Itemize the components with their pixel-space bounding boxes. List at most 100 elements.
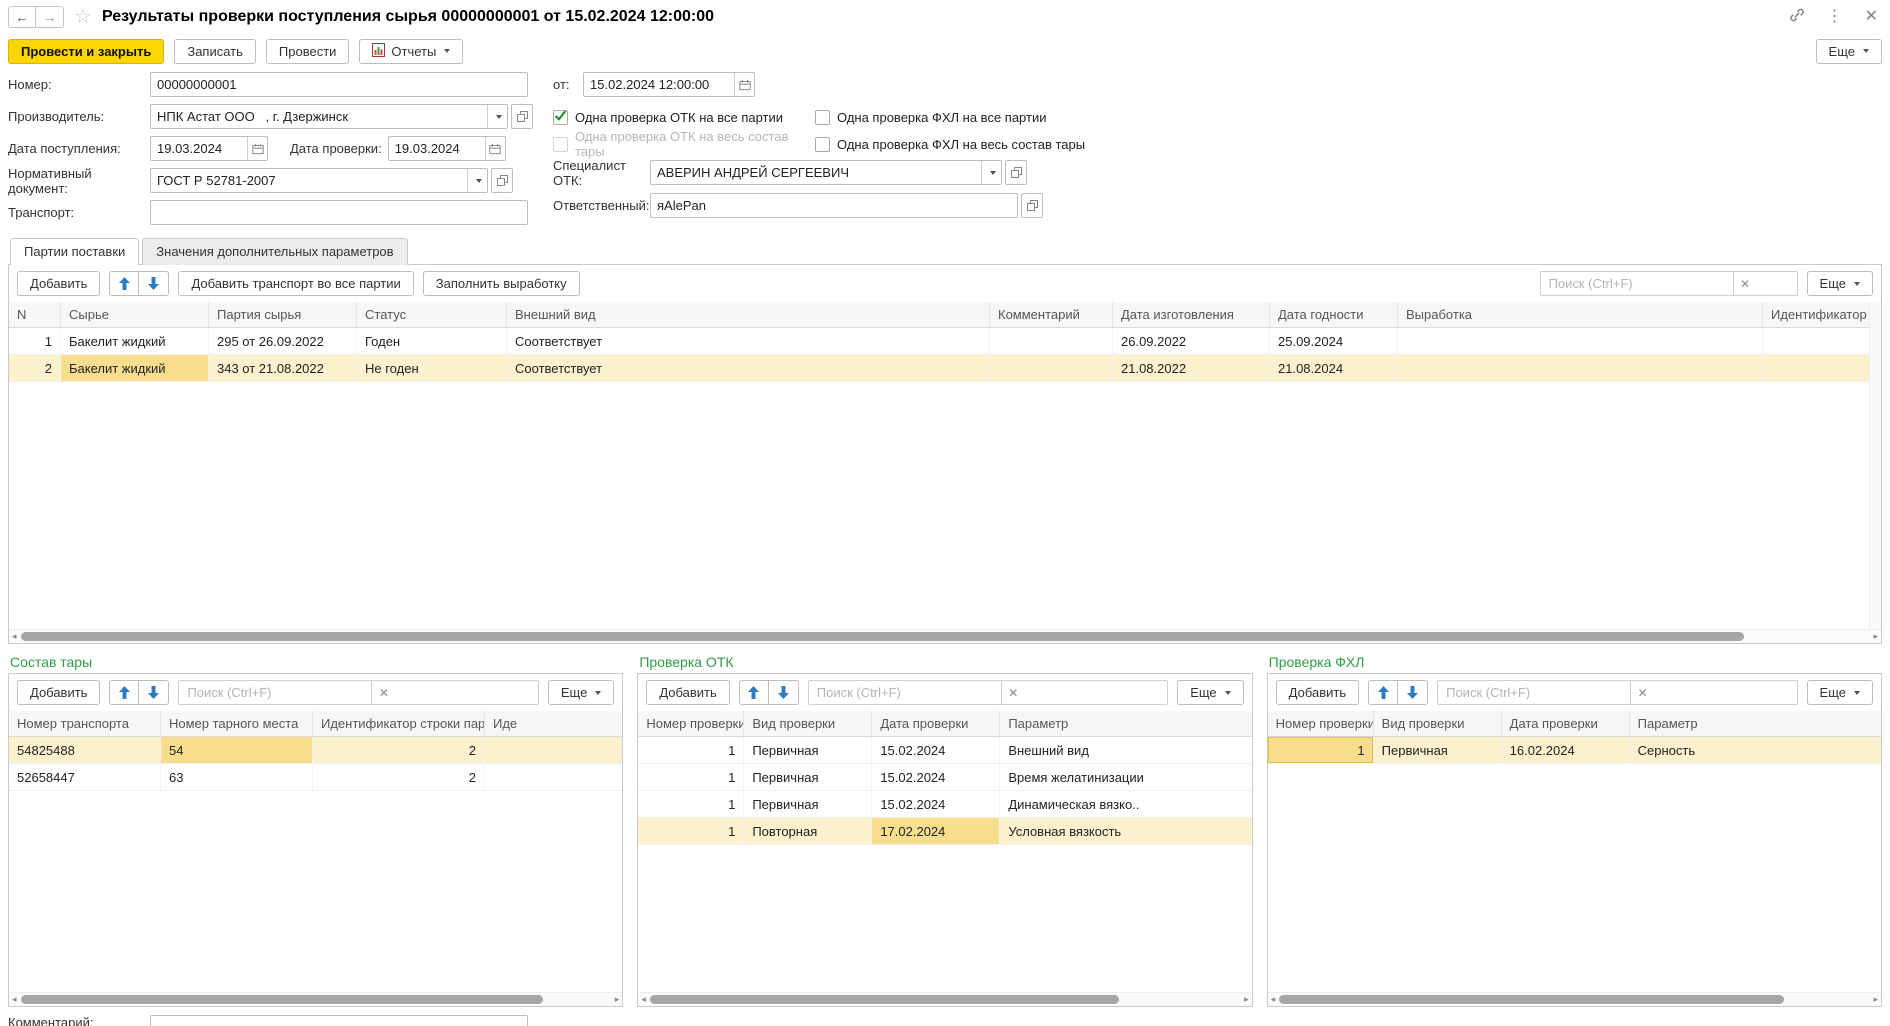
move-up-button[interactable] — [109, 680, 139, 705]
tare-more-button[interactable]: Еще — [548, 680, 614, 705]
move-up-button[interactable] — [739, 680, 769, 705]
normative-doc-open-button[interactable] — [491, 168, 513, 193]
scroll-right-icon[interactable]: ▸ — [1873, 632, 1878, 641]
search-clear-icon[interactable]: ✕ — [371, 681, 395, 704]
scroll-thumb[interactable] — [21, 995, 544, 1004]
otk-search-input[interactable] — [809, 681, 1001, 704]
horizontal-scrollbar[interactable]: ◂ ▸ — [1268, 992, 1881, 1006]
receipt-date-field[interactable] — [151, 137, 247, 160]
column-header[interactable]: Идентификатор с — [1763, 302, 1881, 327]
column-header[interactable]: Номер проверки — [638, 711, 744, 736]
table-row[interactable]: 52658447 63 2 — [9, 764, 622, 791]
move-down-button[interactable] — [139, 271, 169, 296]
otk-more-button[interactable]: Еще — [1177, 680, 1243, 705]
horizontal-scrollbar[interactable]: ◂ ▸ — [9, 629, 1881, 643]
column-header[interactable]: Номер транспорта — [9, 711, 161, 736]
close-icon[interactable]: ✕ — [1865, 9, 1878, 25]
move-up-button[interactable] — [1368, 680, 1398, 705]
from-datetime-field[interactable] — [584, 73, 734, 96]
manufacturer-dropdown-button[interactable] — [487, 105, 507, 128]
checkbox-one-otk-all-tare[interactable]: Одна проверка ОТК на весь состав тары — [553, 133, 815, 155]
table-row[interactable]: 1 Первичная 15.02.2024 Внешний вид — [638, 737, 1251, 764]
selected-cell[interactable]: Бакелит жидкий — [61, 355, 209, 381]
column-header[interactable]: Дата проверки — [1502, 711, 1630, 736]
check-date-calendar-button[interactable] — [485, 137, 505, 160]
scroll-right-icon[interactable]: ▸ — [1873, 995, 1878, 1004]
search-clear-icon[interactable]: ✕ — [1733, 272, 1757, 295]
column-header[interactable]: Идентификатор строки партии — [313, 711, 485, 736]
otk-specialist-field[interactable] — [651, 161, 981, 184]
scroll-thumb[interactable] — [1279, 995, 1784, 1004]
scroll-left-icon[interactable]: ◂ — [641, 995, 646, 1004]
responsible-open-button[interactable] — [1021, 193, 1043, 218]
column-header[interactable]: Статус — [357, 302, 507, 327]
normative-doc-field[interactable] — [151, 169, 467, 192]
post-button[interactable]: Провести — [266, 39, 350, 64]
fhl-search-input[interactable] — [1438, 681, 1630, 704]
column-header[interactable]: Внешний вид — [507, 302, 990, 327]
move-up-button[interactable] — [109, 271, 139, 296]
number-field[interactable] — [150, 72, 528, 97]
column-header[interactable]: Номер проверки — [1268, 711, 1374, 736]
table-row-selected[interactable]: 1 Повторная 17.02.2024 Условная вязкость — [638, 818, 1251, 845]
column-header[interactable]: Вид проверки — [744, 711, 872, 736]
scroll-right-icon[interactable]: ▸ — [1244, 995, 1249, 1004]
manufacturer-field[interactable] — [151, 105, 487, 128]
batches-add-button[interactable]: Добавить — [17, 271, 100, 296]
tab-supply-batches[interactable]: Партии поставки — [10, 238, 139, 265]
add-transport-button[interactable]: Добавить транспорт во все партии — [178, 271, 413, 296]
otk-specialist-open-button[interactable] — [1005, 160, 1027, 185]
otk-add-button[interactable]: Добавить — [646, 680, 729, 705]
fhl-more-button[interactable]: Еще — [1807, 680, 1873, 705]
selected-cell[interactable]: 17.02.2024 — [872, 818, 1000, 844]
search-clear-icon[interactable]: ✕ — [1630, 681, 1654, 704]
scroll-left-icon[interactable]: ◂ — [12, 632, 17, 641]
write-button[interactable]: Записать — [174, 39, 256, 64]
scroll-left-icon[interactable]: ◂ — [12, 995, 17, 1004]
scroll-thumb[interactable] — [21, 632, 1744, 641]
scroll-left-icon[interactable]: ◂ — [1271, 995, 1276, 1004]
column-header[interactable]: Параметр — [1000, 711, 1251, 736]
table-row[interactable]: 1 Первичная 15.02.2024 Время желатинизац… — [638, 764, 1251, 791]
move-down-button[interactable] — [1398, 680, 1428, 705]
column-header[interactable]: Вид проверки — [1374, 711, 1502, 736]
fill-output-button[interactable]: Заполнить выработку — [423, 271, 580, 296]
check-date-field[interactable] — [389, 137, 485, 160]
selected-cell[interactable]: 54 — [161, 737, 313, 763]
receipt-date-calendar-button[interactable] — [247, 137, 267, 160]
checkbox-one-fhl-all-tare[interactable]: Одна проверка ФХЛ на весь состав тары — [815, 133, 1085, 155]
column-header[interactable]: Партия сырья — [209, 302, 357, 327]
tare-add-button[interactable]: Добавить — [17, 680, 100, 705]
responsible-field[interactable] — [650, 193, 1018, 218]
move-down-button[interactable] — [139, 680, 169, 705]
move-down-button[interactable] — [769, 680, 799, 705]
checkbox-one-otk-all-batches[interactable]: Одна проверка ОТК на все партии — [553, 106, 815, 128]
column-header[interactable]: Дата изготовления — [1113, 302, 1270, 327]
table-row-selected[interactable]: 2 Бакелит жидкий 343 от 21.08.2022 Не го… — [9, 355, 1881, 382]
post-and-close-button[interactable]: Провести и закрыть — [8, 39, 164, 64]
horizontal-scrollbar[interactable]: ◂ ▸ — [9, 992, 622, 1006]
otk-specialist-dropdown-button[interactable] — [981, 161, 1001, 184]
selected-cell[interactable]: 1 — [1268, 737, 1374, 763]
comment-field[interactable] — [150, 1015, 528, 1026]
column-header[interactable]: Сырье — [61, 302, 209, 327]
search-clear-icon[interactable]: ✕ — [1001, 681, 1025, 704]
vertical-scrollbar[interactable] — [1869, 302, 1881, 629]
fhl-add-button[interactable]: Добавить — [1276, 680, 1359, 705]
link-icon[interactable] — [1789, 7, 1805, 27]
tare-search-input[interactable] — [179, 681, 371, 704]
forward-button[interactable]: → — [36, 6, 64, 28]
from-datetime-calendar-button[interactable] — [734, 73, 754, 96]
checkbox-one-fhl-all-batches[interactable]: Одна проверка ФХЛ на все партии — [815, 106, 1046, 128]
column-header[interactable]: Выработка — [1398, 302, 1763, 327]
table-row-selected[interactable]: 54825488 54 2 — [9, 737, 622, 764]
column-header[interactable]: N — [9, 302, 61, 327]
back-button[interactable]: ← — [8, 6, 36, 28]
table-row[interactable]: 1 Первичная 15.02.2024 Динамическая вязк… — [638, 791, 1251, 818]
column-header[interactable]: Иде — [485, 711, 622, 736]
form-more-button[interactable]: Еще — [1816, 39, 1882, 64]
batches-more-button[interactable]: Еще — [1807, 271, 1873, 296]
column-header[interactable]: Комментарий — [990, 302, 1113, 327]
normative-doc-dropdown-button[interactable] — [467, 169, 487, 192]
horizontal-scrollbar[interactable]: ◂ ▸ — [638, 992, 1251, 1006]
